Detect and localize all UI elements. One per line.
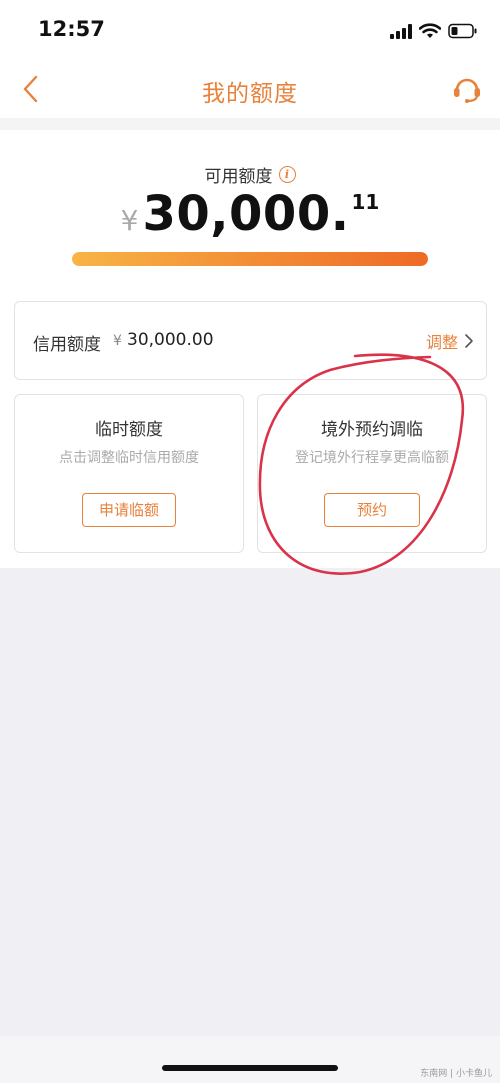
home-indicator [162,1065,338,1071]
status-bar: 12:57 [0,0,500,60]
status-icons [390,20,478,42]
credit-limit-currency: ¥ [113,333,122,349]
nav-divider [0,118,500,130]
amount-currency: ¥ [120,204,139,237]
page-title: 我的额度 [202,81,298,107]
available-amount: ¥ 30,000. 11 [0,186,500,242]
option-description: 点击调整临时信用额度 [59,450,199,466]
adjust-button[interactable]: 调整 [426,329,474,353]
available-label: 可用额度 [204,167,273,187]
status-time: 12:57 [38,17,105,41]
credit-limit-value: 30,000.00 [127,330,214,350]
reserve-button[interactable]: 预约 [324,493,420,527]
option-description: 登记境外行程享更高临额 [295,450,449,466]
option-title: 境外预约调临 [321,420,423,440]
available-label-row: 可用额度 i [0,162,500,187]
credit-limit-label: 信用额度 [33,335,101,355]
signal-icon [390,23,412,39]
option-title: 临时额度 [95,420,163,440]
screen: 12:57 我的额度 可用额度 i ¥ 30,000. 11 信用额度 ¥ 30… [0,0,500,1083]
amount-main: 30,000. [142,186,350,242]
headset-icon[interactable] [450,72,484,106]
chevron-right-icon [464,333,474,349]
temporary-limit-card: 临时额度 点击调整临时信用额度 申请临额 [14,394,244,553]
credit-limit-card[interactable]: 信用额度 ¥ 30,000.00 调整 [14,301,487,380]
battery-icon [448,23,478,39]
credit-progress-fill [72,252,428,266]
nav-bar: 我的额度 [0,60,500,118]
watermark: 东南网 | 小卡鱼儿 [420,1069,492,1079]
amount-cents: 11 [351,190,380,214]
credit-progress-bar [72,252,428,266]
credit-panel: 可用额度 i ¥ 30,000. 11 信用额度 ¥ 30,000.00 调整 [0,130,500,568]
info-icon[interactable]: i [278,166,296,183]
adjust-label: 调整 [425,333,458,352]
wifi-icon [419,23,441,39]
overseas-reservation-card: 境外预约调临 登记境外行程享更高临额 预约 [257,394,487,553]
apply-temporary-limit-button[interactable]: 申请临额 [81,493,177,527]
